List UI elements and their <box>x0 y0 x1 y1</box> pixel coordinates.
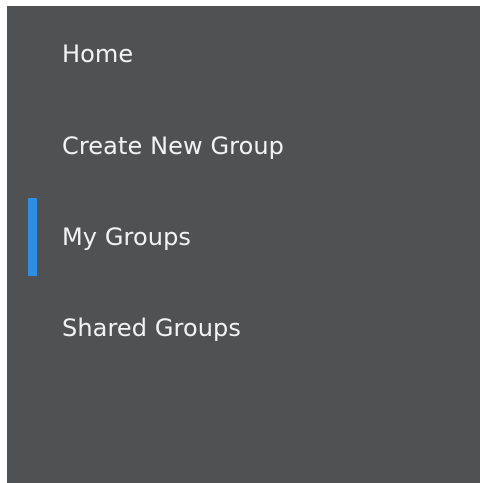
nav-item-label: My Groups <box>62 223 192 251</box>
nav-item-shared-groups[interactable]: Shared Groups <box>7 289 480 367</box>
sidebar-nav: Home Create New Group My Groups Shared G… <box>7 6 480 483</box>
nav-item-label: Create New Group <box>62 132 285 160</box>
nav-item-create-new-group[interactable]: Create New Group <box>7 107 480 185</box>
nav-item-label: Shared Groups <box>62 314 241 342</box>
nav-item-home[interactable]: Home <box>7 15 480 93</box>
nav-list: Home Create New Group My Groups Shared G… <box>7 6 480 483</box>
nav-item-my-groups[interactable]: My Groups <box>7 198 480 276</box>
nav-item-label: Home <box>62 40 134 68</box>
active-indicator <box>28 198 37 276</box>
